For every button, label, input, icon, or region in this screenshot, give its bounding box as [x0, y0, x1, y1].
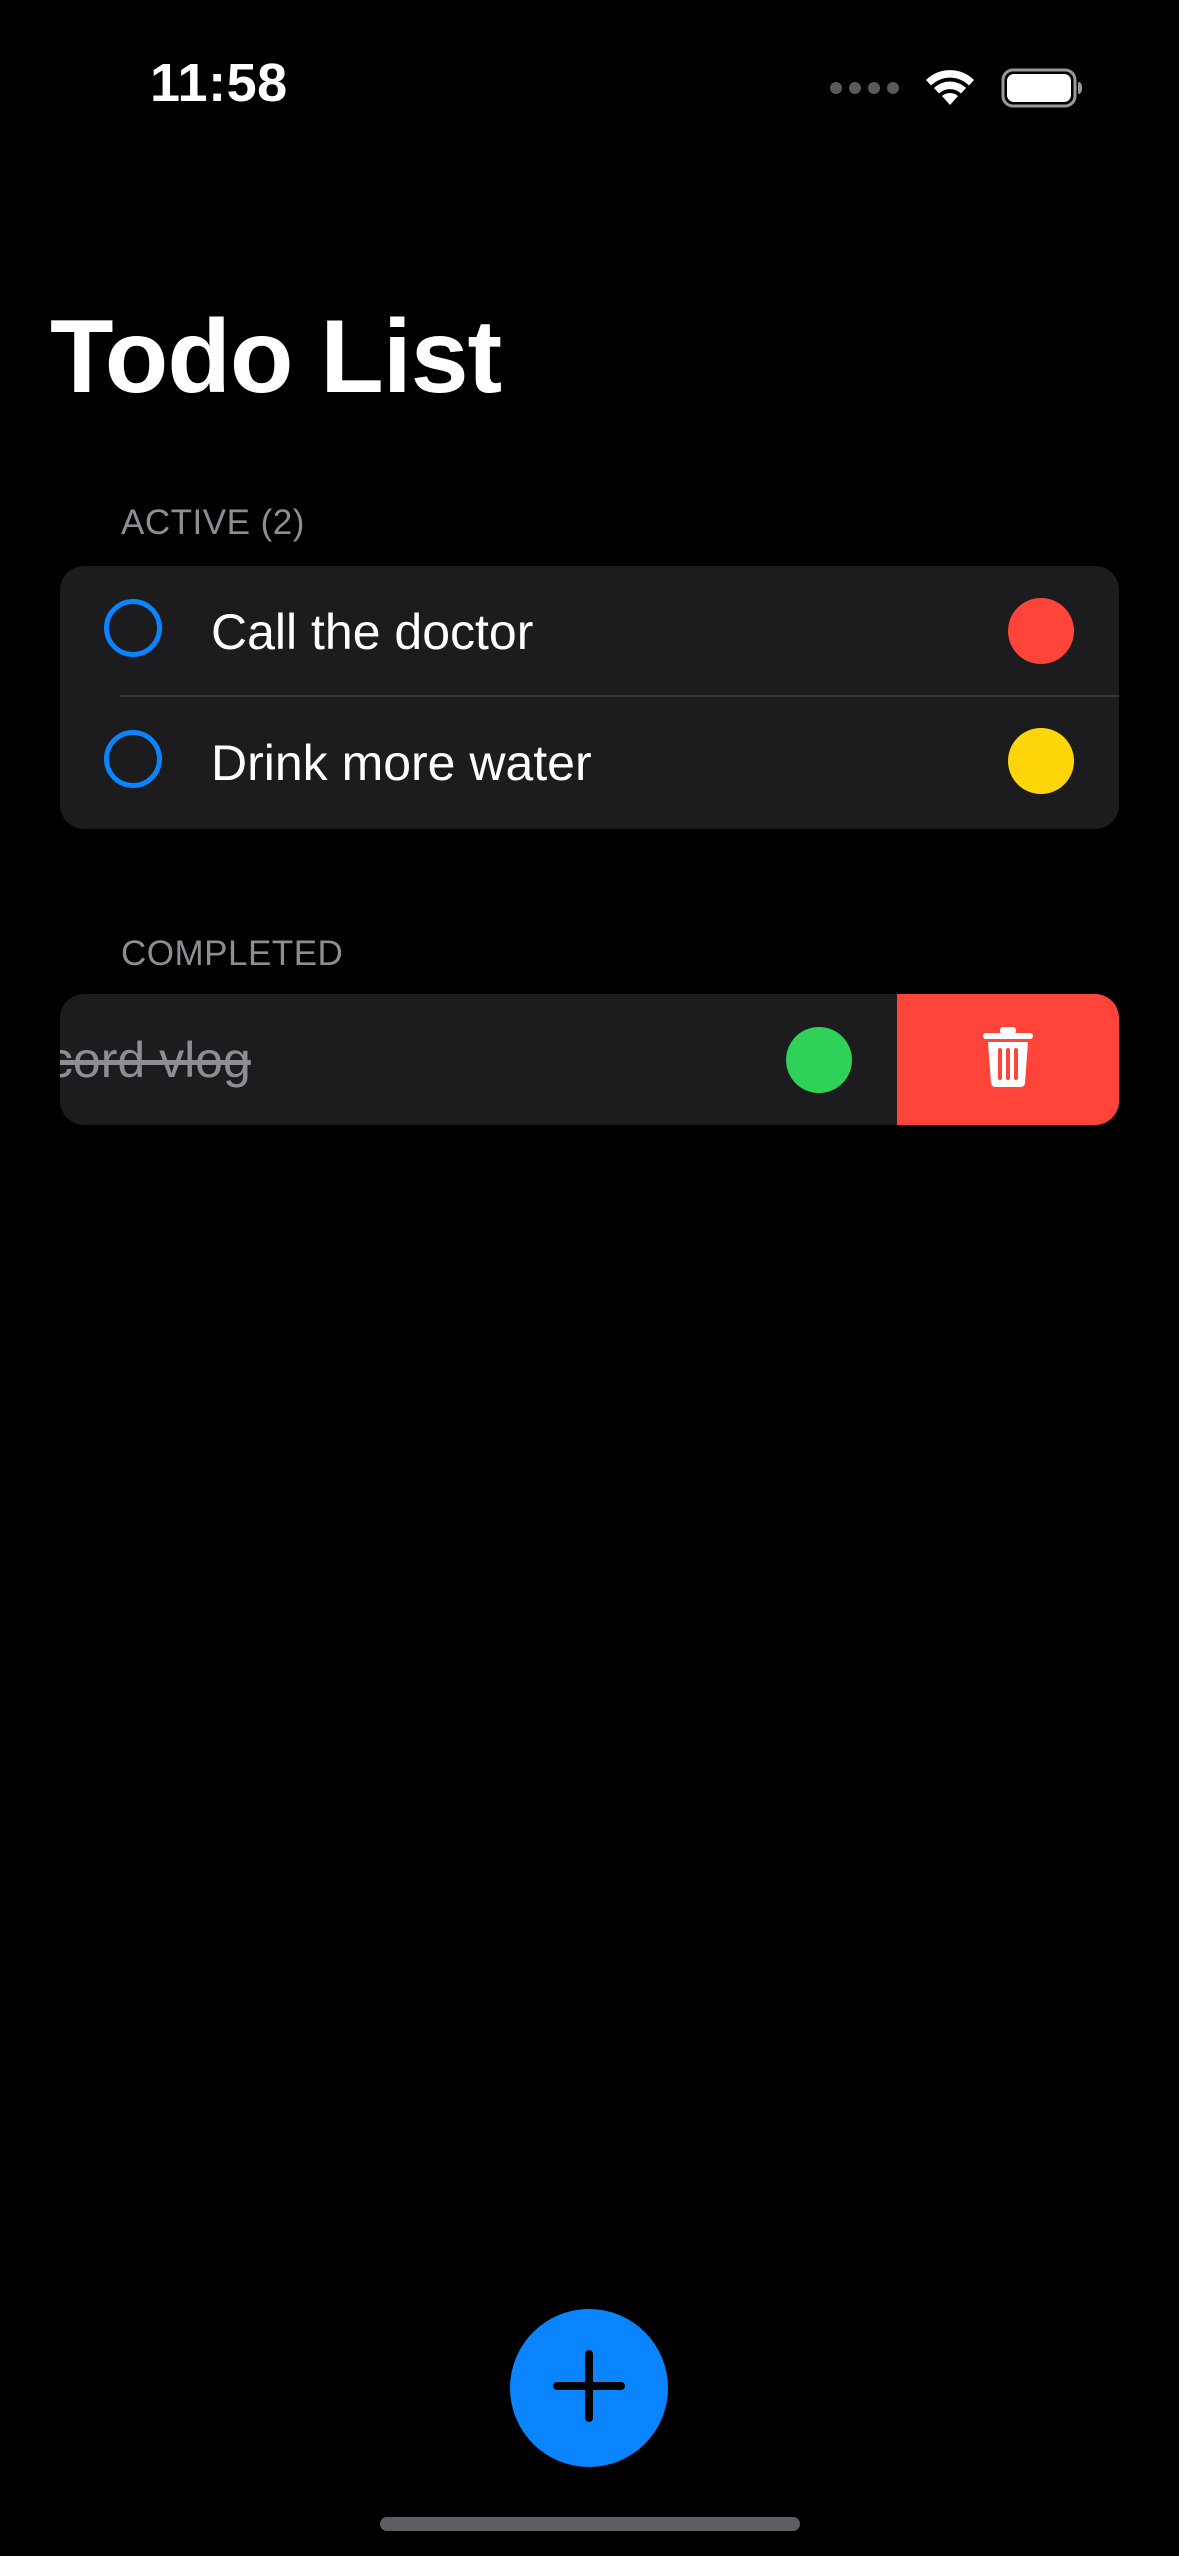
- page-title: Todo List: [50, 299, 502, 415]
- add-todo-button[interactable]: [510, 2309, 668, 2467]
- status-icons: [830, 64, 1083, 112]
- home-indicator[interactable]: [380, 2517, 800, 2531]
- section-header-completed: COMPLETED: [121, 934, 344, 973]
- delete-button[interactable]: [897, 994, 1119, 1125]
- priority-indicator-green: [786, 1027, 852, 1093]
- wifi-icon: [925, 69, 975, 107]
- active-list: Call the doctor Drink more water: [60, 566, 1119, 829]
- plus-icon: [551, 2348, 627, 2429]
- todo-label: Drink more water: [211, 735, 592, 791]
- trash-icon: [982, 1026, 1034, 1093]
- checkbox-circle[interactable]: [104, 599, 162, 657]
- todo-label-completed: Record vlog: [60, 1032, 251, 1088]
- section-header-active: ACTIVE (2): [121, 503, 305, 542]
- cellular-signal-icon: [830, 82, 899, 94]
- list-item[interactable]: Call the doctor: [60, 566, 1119, 697]
- list-item[interactable]: Drink more water: [60, 697, 1119, 828]
- battery-icon: [1001, 68, 1083, 108]
- completed-list: Record vlog: [60, 994, 1119, 1125]
- priority-indicator-red: [1008, 598, 1074, 664]
- list-item[interactable]: Record vlog: [60, 994, 897, 1125]
- todo-label: Call the doctor: [211, 604, 534, 660]
- status-time: 11:58: [150, 53, 288, 113]
- checkbox-circle[interactable]: [104, 730, 162, 788]
- priority-indicator-yellow: [1008, 728, 1074, 794]
